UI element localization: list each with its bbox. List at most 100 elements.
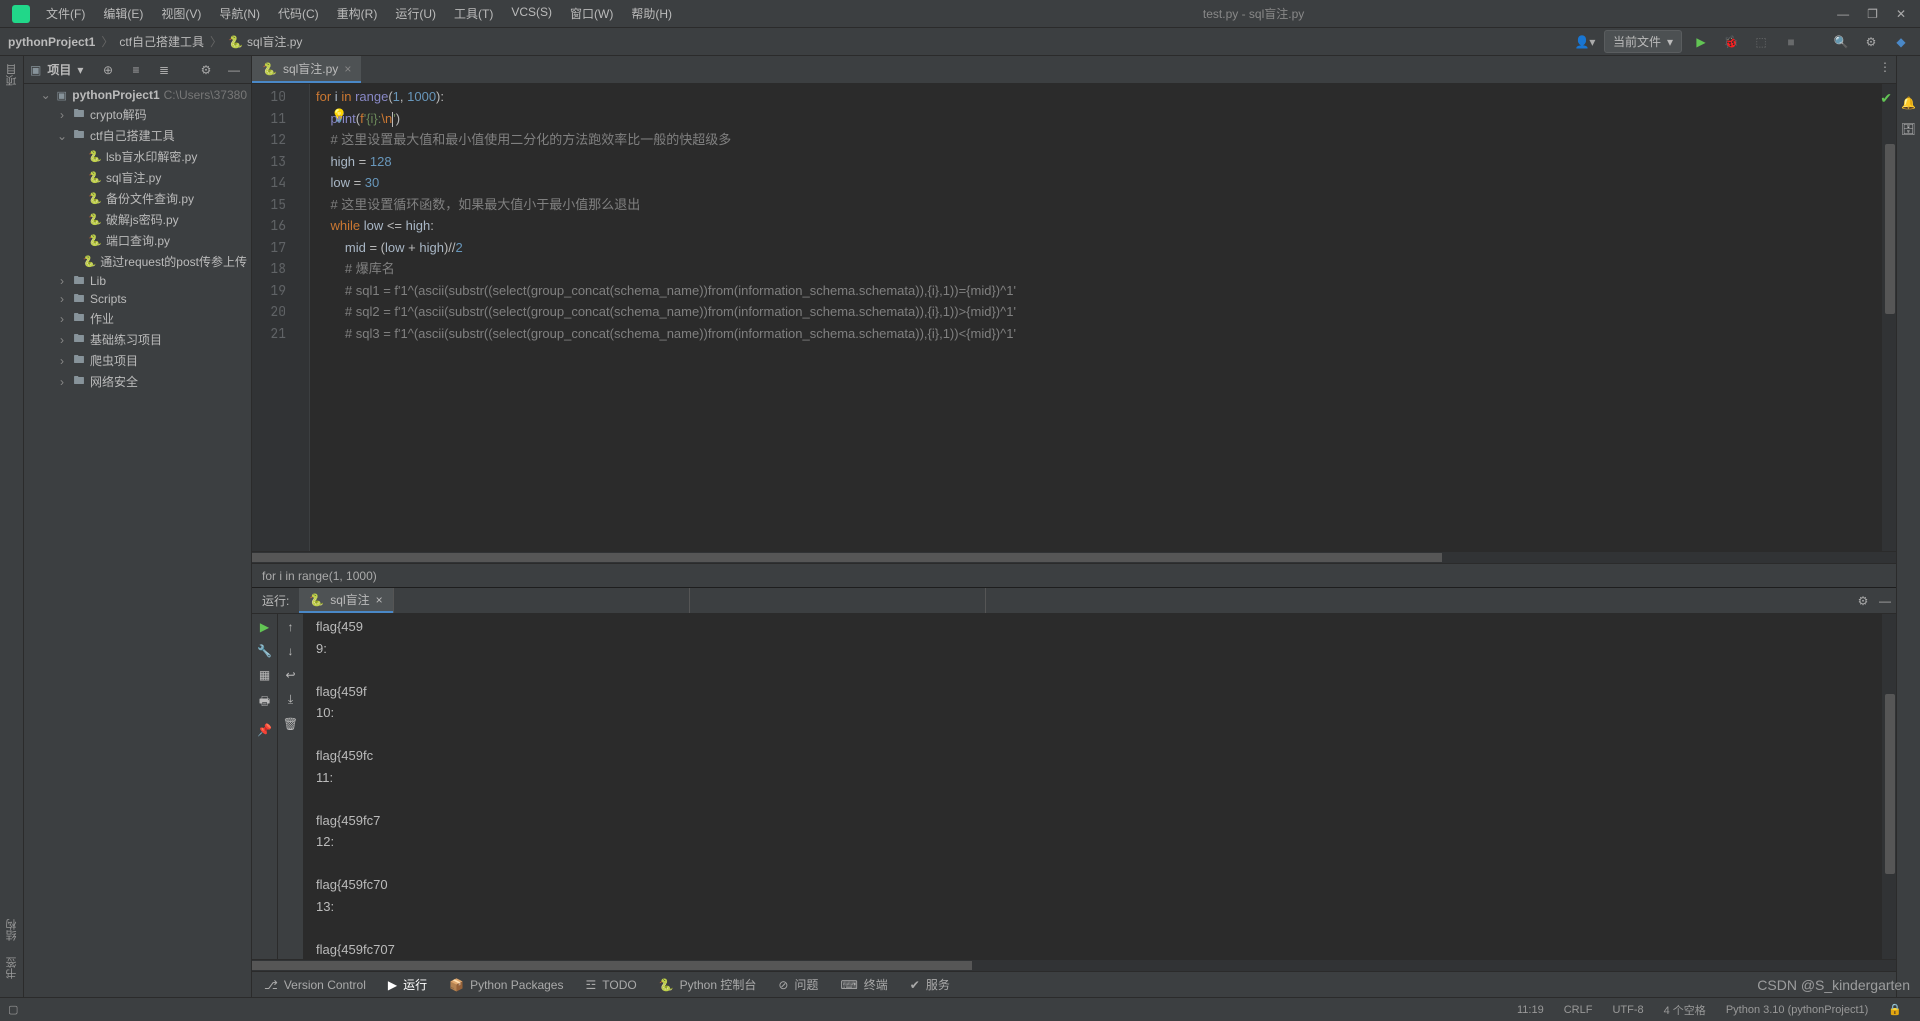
editor-vscrollbar[interactable]: ✔ bbox=[1882, 84, 1896, 551]
menu-view[interactable]: 视图(V) bbox=[153, 3, 209, 24]
expand-all-icon[interactable]: ≡ bbox=[125, 59, 147, 81]
bottom-tool-branch[interactable]: ⎇Version Control bbox=[264, 976, 366, 993]
trash-icon[interactable]: 🗑 bbox=[283, 717, 298, 731]
wrench-icon[interactable]: 🔧 bbox=[257, 644, 272, 658]
status-caret-pos[interactable]: 11:19 bbox=[1507, 1004, 1554, 1016]
coverage-button[interactable]: ⬚ bbox=[1750, 31, 1772, 53]
scrollbar-thumb[interactable] bbox=[1885, 694, 1895, 874]
bottom-tool-terminal[interactable]: ⌨终端 bbox=[840, 976, 887, 993]
tree-item[interactable]: 🐍通过request的post传参上传 bbox=[24, 251, 251, 272]
tree-item[interactable]: ›🖿Scripts bbox=[24, 290, 251, 308]
status-toggle-icon[interactable]: ▢ bbox=[8, 1003, 18, 1016]
menu-navigate[interactable]: 导航(N) bbox=[211, 3, 268, 24]
bottom-tool-problem[interactable]: ⊘问题 bbox=[778, 976, 818, 993]
console-hscrollbar[interactable] bbox=[252, 959, 1896, 971]
editor-hscrollbar[interactable] bbox=[252, 551, 1896, 563]
breadcrumb-folder[interactable]: ctf自己搭建工具 bbox=[119, 33, 204, 50]
debug-button[interactable]: 🐞 bbox=[1720, 31, 1742, 53]
pin-icon[interactable]: 📌 bbox=[257, 723, 272, 737]
tree-item[interactable]: ⌄🖿ctf自己搭建工具 bbox=[24, 125, 251, 146]
bottom-tool-pkg[interactable]: 📦Python Packages bbox=[449, 976, 563, 993]
up-icon[interactable]: ↑ bbox=[288, 620, 294, 634]
tool-structure[interactable]: 结构 bbox=[4, 915, 20, 945]
scrollbar-thumb[interactable] bbox=[252, 553, 1442, 562]
menu-refactor[interactable]: 重构(R) bbox=[329, 3, 386, 24]
tree-item[interactable]: ›🖿网络安全 bbox=[24, 371, 251, 392]
tool-bookmarks[interactable]: 书签 bbox=[4, 953, 20, 983]
tree-item[interactable]: 🐍破解js密码.py bbox=[24, 209, 251, 230]
scroll-to-end-icon[interactable]: ⤓ bbox=[288, 692, 293, 707]
console-vscrollbar[interactable] bbox=[1882, 614, 1896, 959]
project-path: C:\Users\37380 bbox=[164, 88, 247, 102]
tree-item[interactable]: ›🖿作业 bbox=[24, 308, 251, 329]
tree-item[interactable]: 🐍sql盲注.py bbox=[24, 167, 251, 188]
code-content[interactable]: for i in range(1, 1000): print(f'{i}:\n'… bbox=[310, 84, 1896, 551]
code-with-me-icon[interactable]: ◆ bbox=[1890, 31, 1912, 53]
tree-item[interactable]: ›🖿基础练习项目 bbox=[24, 329, 251, 350]
breadcrumb-root[interactable]: pythonProject1 bbox=[8, 35, 95, 49]
run-tab[interactable]: 🐍 sql盲注 × bbox=[299, 588, 392, 613]
status-encoding[interactable]: UTF-8 bbox=[1602, 1004, 1653, 1016]
tab-menu-icon[interactable]: ⋮ bbox=[1874, 56, 1896, 78]
search-icon[interactable]: 🔍 bbox=[1830, 31, 1852, 53]
menu-edit[interactable]: 编辑(E) bbox=[95, 3, 151, 24]
close-tab-icon[interactable]: × bbox=[344, 62, 351, 76]
down-icon[interactable]: ↓ bbox=[288, 644, 294, 658]
user-icon[interactable]: 👤▾ bbox=[1574, 31, 1596, 53]
collapse-all-icon[interactable]: ≣ bbox=[153, 59, 175, 81]
tree-item[interactable]: 🐍lsb盲水印解密.py bbox=[24, 146, 251, 167]
soft-wrap-icon[interactable]: ↩ bbox=[285, 668, 295, 682]
console-output[interactable]: flag{4599: flag{459f10: flag{459fc11: fl… bbox=[304, 614, 1896, 959]
scrollbar-thumb[interactable] bbox=[1885, 144, 1895, 314]
tree-item[interactable]: ›🖿爬虫项目 bbox=[24, 350, 251, 371]
fold-gutter[interactable]: 💡 bbox=[296, 84, 310, 551]
code-editor[interactable]: 101112131415161718192021 💡 for i in rang… bbox=[252, 84, 1896, 551]
project-tree[interactable]: ⌄▣ pythonProject1 C:\Users\37380 ›🖿crypt… bbox=[24, 84, 251, 997]
run-tab-label: sql盲注 bbox=[330, 591, 369, 608]
menu-help[interactable]: 帮助(H) bbox=[623, 3, 680, 24]
gear-icon[interactable]: ⚙ bbox=[195, 59, 217, 81]
chevron-right-icon: 〉 bbox=[210, 33, 222, 50]
tree-item[interactable]: ›🖿Lib bbox=[24, 272, 251, 290]
editor-tab[interactable]: 🐍 sql盲注.py × bbox=[252, 56, 361, 83]
menu-window[interactable]: 窗口(W) bbox=[562, 3, 621, 24]
tree-item[interactable]: 🐍备份文件查询.py bbox=[24, 188, 251, 209]
status-indent[interactable]: 4 个空格 bbox=[1654, 1002, 1716, 1018]
maximize-icon[interactable]: ❐ bbox=[1867, 7, 1878, 21]
bottom-tool-pyconsole[interactable]: 🐍Python 控制台 bbox=[659, 976, 757, 993]
close-tab-icon[interactable]: × bbox=[376, 593, 383, 607]
close-icon[interactable]: ✕ bbox=[1896, 7, 1906, 21]
stop-button[interactable]: ■ bbox=[1780, 31, 1802, 53]
menu-run[interactable]: 运行(U) bbox=[387, 3, 444, 24]
run-button[interactable]: ▶ bbox=[1690, 31, 1712, 53]
status-interpreter[interactable]: Python 3.10 (pythonProject1) bbox=[1716, 1004, 1878, 1016]
menu-vcs[interactable]: VCS(S) bbox=[503, 3, 560, 24]
settings-icon[interactable]: ⚙ bbox=[1860, 31, 1882, 53]
minimize-icon[interactable]: ― bbox=[1837, 7, 1849, 21]
database-icon[interactable]: 🗄 bbox=[1901, 122, 1916, 136]
bottom-tool-services[interactable]: ✔服务 bbox=[910, 976, 950, 993]
gear-icon[interactable]: ⚙ bbox=[1852, 590, 1874, 612]
tree-item[interactable]: 🐍端口查询.py bbox=[24, 230, 251, 251]
tree-project-root[interactable]: ⌄▣ pythonProject1 C:\Users\37380 bbox=[24, 86, 251, 104]
notifications-icon[interactable]: 🔔 bbox=[1901, 96, 1916, 110]
lock-icon[interactable]: 🔒 bbox=[1878, 1003, 1912, 1016]
bottom-tool-play[interactable]: ▶运行 bbox=[388, 976, 427, 993]
scrollbar-thumb[interactable] bbox=[252, 961, 972, 970]
locate-icon[interactable]: ⊕ bbox=[97, 59, 119, 81]
rerun-icon[interactable]: ▶ bbox=[260, 620, 269, 634]
layout-icon[interactable]: ▦ bbox=[259, 668, 270, 682]
bottom-tool-todo[interactable]: ☲TODO bbox=[585, 976, 636, 993]
print-icon[interactable]: 🖶 bbox=[259, 692, 270, 713]
tree-item[interactable]: ›🖿crypto解码 bbox=[24, 104, 251, 125]
hide-icon[interactable]: — bbox=[1874, 590, 1896, 612]
run-config-selector[interactable]: 当前文件 ▾ bbox=[1604, 30, 1682, 53]
status-eol[interactable]: CRLF bbox=[1554, 1004, 1603, 1016]
tool-project[interactable]: 项目 bbox=[4, 60, 20, 90]
breadcrumb-file[interactable]: sql盲注.py bbox=[247, 33, 302, 50]
menu-tools[interactable]: 工具(T) bbox=[446, 3, 501, 24]
hide-icon[interactable]: — bbox=[223, 59, 245, 81]
chevron-down-icon[interactable]: ▾ bbox=[77, 63, 83, 77]
menu-code[interactable]: 代码(C) bbox=[270, 3, 327, 24]
menu-file[interactable]: 文件(F) bbox=[38, 3, 93, 24]
